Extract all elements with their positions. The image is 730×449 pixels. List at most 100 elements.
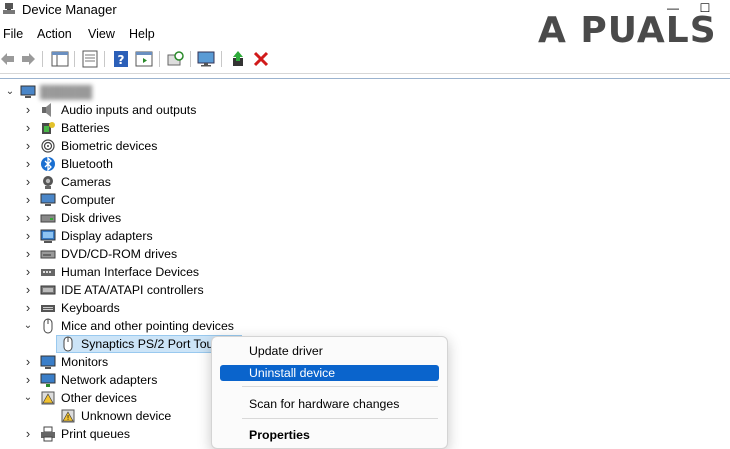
properties-label: Properties [249, 428, 310, 442]
chevron-right-icon[interactable]: › [22, 265, 34, 278]
toolbar-separator [74, 51, 75, 67]
menu-separator [242, 418, 438, 419]
watermark-text: A PUALS [538, 10, 717, 51]
toolbar-separator [190, 51, 191, 67]
tree-item-label: Print queues [61, 427, 131, 441]
tree-item-label: Cameras [61, 175, 111, 189]
tree-category-row[interactable]: › Biometric devices [0, 137, 400, 155]
tree-category-row[interactable]: ⌄ Mice and other pointing devices [0, 317, 400, 335]
toolbar: ? [0, 47, 730, 71]
tree-item-label: Human Interface Devices [61, 265, 200, 279]
tree-category-row[interactable]: › Bluetooth [0, 155, 400, 173]
svg-text:!: ! [67, 414, 70, 422]
printer-icon [41, 426, 55, 442]
chevron-right-icon[interactable]: › [22, 301, 34, 314]
tree-top-border [0, 78, 730, 79]
chevron-right-icon[interactable]: › [22, 283, 34, 296]
show-hide-console-tree-icon[interactable] [50, 49, 70, 69]
properties-menu-item[interactable]: Properties [220, 427, 439, 443]
hid-icon [41, 269, 55, 276]
menu-view[interactable]: View [88, 27, 115, 41]
chevron-right-icon[interactable]: › [22, 121, 34, 134]
ide-controller-icon [40, 285, 56, 295]
tree-item-label: Keyboards [61, 301, 120, 315]
other-devices-icon [41, 391, 55, 405]
tree-item-label: Synaptics PS/2 Port Touch [81, 337, 227, 351]
unknown-device-icon: ! [61, 409, 75, 423]
update-driver-menu-item[interactable]: Update driver [220, 343, 439, 359]
chevron-right-icon[interactable]: › [22, 103, 34, 116]
tree-item-label: Batteries [61, 121, 110, 135]
touchpad-icon [63, 336, 73, 352]
chevron-right-icon[interactable]: › [22, 193, 34, 206]
tree-item-label: Bluetooth [61, 157, 113, 171]
toolbar-separator [221, 51, 222, 67]
computer-name-blurred: ██████ [40, 85, 93, 99]
chevron-right-icon[interactable]: › [22, 157, 34, 170]
dvd-drive-icon [40, 250, 56, 259]
chevron-right-icon[interactable]: › [22, 139, 34, 152]
chevron-right-icon[interactable]: › [22, 229, 34, 242]
help-icon[interactable]: ? [111, 49, 131, 69]
monitor-icon[interactable] [196, 49, 216, 69]
tree-item-label: DVD/CD-ROM drives [61, 247, 178, 261]
toolbar-separator [104, 51, 105, 67]
tree-item-label: Mice and other pointing devices [61, 319, 234, 333]
toolbar-separator [159, 51, 160, 67]
uninstall-icon[interactable] [251, 49, 271, 69]
display-adapter-icon [40, 229, 56, 243]
menu-file[interactable]: File [3, 27, 23, 41]
update-driver-icon[interactable] [228, 49, 248, 69]
computer-root-icon [20, 85, 36, 98]
tree-category-row[interactable]: › DVD/CD-ROM drives [0, 245, 400, 263]
speaker-icon [42, 103, 51, 117]
chevron-right-icon[interactable]: › [22, 211, 34, 224]
tree-item-label: Monitors [61, 355, 109, 369]
tree-category-row[interactable]: › IDE ATA/ATAPI controllers [0, 281, 400, 299]
tree-category-row[interactable]: › Batteries [0, 119, 400, 137]
network-adapter-icon [40, 373, 56, 387]
keyboard-icon [41, 305, 55, 312]
scan-hardware-icon[interactable] [165, 49, 185, 69]
tree-category-row[interactable]: › Keyboards [0, 299, 400, 317]
window-title: Device Manager [22, 2, 117, 17]
tree-item-label: Audio inputs and outputs [61, 103, 197, 117]
toolbar-separator [42, 51, 43, 67]
tree-item-label: Biometric devices [61, 139, 158, 153]
battery-icon [42, 122, 55, 134]
chevron-down-icon[interactable]: ⌄ [22, 392, 34, 404]
menu-help[interactable]: Help [129, 27, 155, 41]
tree-category-row[interactable]: › Audio inputs and outputs [0, 101, 400, 119]
tree-category-row[interactable]: › Disk drives [0, 209, 400, 227]
menu-action[interactable]: Action [37, 27, 72, 41]
chevron-right-icon[interactable]: › [22, 175, 34, 188]
menu-separator [242, 386, 438, 387]
tree-category-row[interactable]: › Display adapters [0, 227, 400, 245]
device-manager-icon [3, 3, 15, 14]
svg-text:?: ? [118, 53, 125, 67]
forward-arrow-icon[interactable] [18, 49, 38, 69]
tree-category-row[interactable]: › Human Interface Devices [0, 263, 400, 281]
tree-item-label: Unknown device [81, 409, 172, 423]
tree-item-label: Network adapters [61, 373, 158, 387]
tree-category-row[interactable]: › Computer [0, 191, 400, 209]
toolbar-divider [0, 73, 730, 74]
properties-icon[interactable] [80, 49, 100, 69]
action-pane-icon[interactable] [134, 49, 154, 69]
chevron-down-icon[interactable]: ⌄ [4, 86, 16, 98]
back-arrow-icon[interactable] [0, 49, 18, 69]
scan-hardware-menu-item[interactable]: Scan for hardware changes [220, 396, 439, 412]
uninstall-device-menu-item[interactable]: Uninstall device [220, 365, 439, 381]
camera-icon [43, 176, 53, 189]
context-menu: Update driver Uninstall device Scan for … [211, 336, 448, 449]
chevron-right-icon[interactable]: › [22, 427, 34, 440]
mouse-icon [43, 318, 53, 334]
chevron-right-icon[interactable]: › [22, 373, 34, 386]
chevron-right-icon[interactable]: › [22, 247, 34, 260]
tree-item-label: Other devices [61, 391, 137, 405]
computer-icon [40, 193, 56, 206]
chevron-down-icon[interactable]: ⌄ [22, 320, 34, 332]
chevron-right-icon[interactable]: › [22, 355, 34, 368]
tree-item-label: Computer [61, 193, 115, 207]
tree-category-row[interactable]: › Cameras [0, 173, 400, 191]
